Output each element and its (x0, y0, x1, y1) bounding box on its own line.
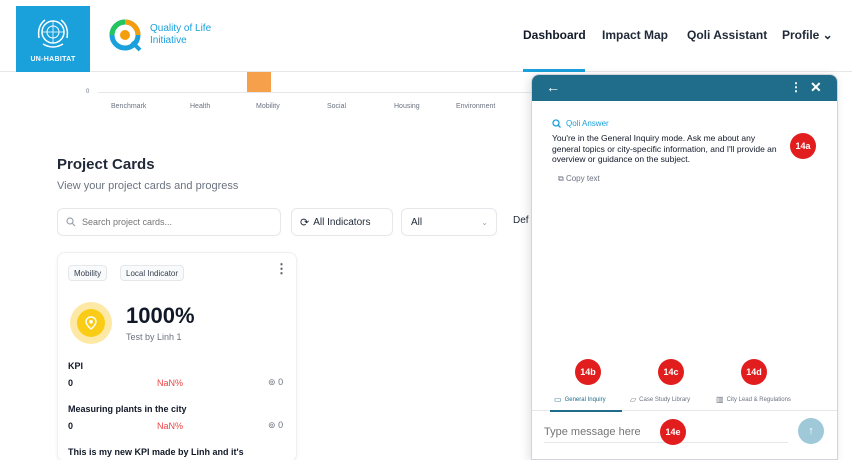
active-tab-underline (550, 410, 622, 412)
annotation-badge-14d: 14d (741, 359, 767, 385)
strip-bar-mobility (247, 72, 271, 92)
kpi-link-count-value: 0 (278, 377, 284, 387)
qoli-line1: Quality of Life (150, 23, 212, 34)
tab-general-inquiry-label: General Inquiry (564, 396, 606, 403)
chat-menu-icon[interactable]: ⋮ (790, 80, 802, 94)
nav-profile[interactable]: Profile ⌄ (782, 28, 833, 42)
answer-text: You're in the General Inquiry mode. Ask … (552, 133, 777, 164)
chat-header: ← ⋮ ✕ (532, 75, 837, 101)
indicator-badge (70, 302, 112, 344)
annotation-badge-14c: 14c (658, 359, 684, 385)
folder-icon: ▱ (630, 395, 637, 404)
page-subtitle: View your project cards and progress (57, 180, 239, 192)
qoli-assistant-panel: ← ⋮ ✕ Qoli Answer You're in the General … (531, 74, 838, 460)
copy-text-label: Copy text (565, 174, 600, 183)
card-menu-icon[interactable]: ⋮ (275, 262, 288, 275)
search-box[interactable] (57, 208, 281, 236)
qoli-logo[interactable]: Quality of Life Initiative (106, 16, 211, 54)
annotation-badge-14b: 14b (575, 359, 601, 385)
kpi-link-count[interactable]: ⊚ 0 (268, 420, 283, 431)
tab-city-lead-regulations-label: City Lead & Regulations (726, 396, 791, 403)
kpi-status: NaN% (157, 421, 184, 431)
un-habitat-label: UN-HABITAT (30, 55, 76, 63)
strip-label: Benchmark (111, 103, 147, 110)
tab-general-inquiry[interactable]: ▭ General Inquiry (554, 395, 606, 404)
un-habitat-logo[interactable]: UN-HABITAT (16, 6, 90, 72)
strip-zero-tick: 0 (86, 89, 90, 95)
tab-case-study-library[interactable]: ▱ Case Study Library (630, 395, 690, 404)
chevron-down-icon: ⌄ (481, 218, 488, 227)
copy-text-button[interactable]: ⧉ Copy text (558, 174, 600, 184)
tag-mobility: Mobility (68, 265, 108, 281)
send-button[interactable]: ↑ (798, 418, 824, 444)
all-indicators-button[interactable]: ⟳ All Indicators (291, 208, 393, 236)
copy-icon: ⧉ (558, 174, 564, 183)
search-icon (66, 217, 76, 227)
mode-tabs: ▭ General Inquiry ▱ Case Study Library ▥… (532, 391, 837, 412)
strip-label: Health (190, 103, 211, 110)
monitor-icon: ▭ (554, 395, 562, 404)
nav-impact-map[interactable]: Impact Map (602, 28, 668, 42)
kpi-link-count[interactable]: ⊚ 0 (268, 377, 283, 388)
nav-dashboard[interactable]: Dashboard (523, 28, 586, 42)
qoli-line2: Initiative (150, 35, 187, 46)
close-icon[interactable]: ✕ (810, 79, 822, 96)
search-input[interactable] (82, 217, 262, 227)
tab-city-lead-regulations[interactable]: ▥ City Lead & Regulations (716, 395, 791, 404)
annotation-badge-14e: 14e (660, 419, 686, 445)
qoli-mark-icon (109, 19, 142, 52)
location-pin-icon (85, 316, 97, 330)
qoli-title: Quality of Life Initiative (150, 23, 211, 47)
un-emblem-icon (37, 18, 69, 48)
annotation-badge-14a: 14a (790, 133, 816, 159)
strip-label: Housing (394, 103, 420, 110)
kpi-value: 0 (68, 421, 74, 431)
refresh-icon: ⟳ (300, 216, 310, 229)
tag-local-indicator: Local Indicator (120, 265, 185, 281)
nav-qoli-assistant[interactable]: Qoli Assistant (687, 28, 767, 42)
filter-select-value: All (411, 216, 423, 228)
kpi-title: KPI (68, 361, 84, 371)
strip-label: Mobility (256, 103, 280, 110)
tab-case-study-library-label: Case Study Library (639, 396, 691, 403)
nav-active-underline (523, 69, 585, 72)
back-arrow-icon[interactable]: ← (546, 79, 560, 95)
kpi-status: NaN% (157, 378, 184, 388)
strip-label: Social (327, 103, 347, 110)
strip-label: Environment (456, 103, 496, 110)
page-title: Project Cards (57, 156, 155, 173)
kpi-value: 0 (68, 378, 74, 388)
kpi-title: This is my new KPI made by Linh and it's (68, 447, 244, 457)
progress-percent: 1000% (126, 303, 195, 328)
top-header: UN-HABITAT Quality of Life Initiative Da… (0, 0, 852, 72)
indicator-badge-inner (77, 309, 105, 337)
book-icon: ▥ (716, 395, 724, 404)
link-icon: ⊚ (268, 420, 276, 430)
arrow-up-icon: ↑ (808, 425, 814, 437)
all-indicators-label: All Indicators (313, 216, 371, 228)
strip-axis (98, 92, 538, 93)
answer-label: Qoli Answer (566, 119, 609, 128)
kpi-title: Measuring plants in the city (68, 404, 187, 414)
link-icon: ⊚ (268, 377, 276, 387)
answer-header: Qoli Answer (552, 119, 609, 128)
card-author: Test by Linh 1 (126, 332, 182, 342)
default-filter-label[interactable]: Def (513, 215, 529, 226)
qoli-answer-icon (552, 119, 561, 128)
kpi-link-count-value: 0 (278, 420, 284, 430)
filter-select[interactable]: All ⌄ (401, 208, 497, 236)
